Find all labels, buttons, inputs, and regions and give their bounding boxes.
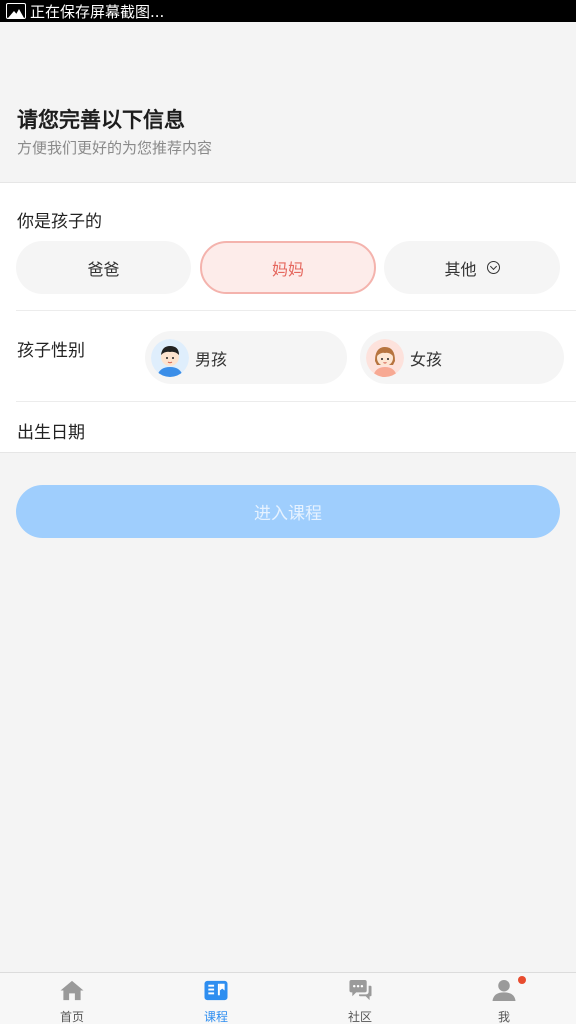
notification-badge	[518, 976, 526, 984]
relation-option-label: 妈妈	[271, 259, 304, 279]
divider	[16, 401, 576, 402]
girl-avatar-icon	[366, 338, 404, 377]
tab-label: 首页	[59, 1010, 84, 1024]
tab-label: 课程	[203, 1010, 228, 1024]
relation-option-other[interactable]: 其他	[384, 241, 560, 294]
book-icon	[204, 980, 228, 1001]
screenshot-icon	[6, 3, 26, 19]
gender-option-girl[interactable]: 女孩	[360, 331, 564, 384]
gender-option-label: 男孩	[195, 349, 228, 369]
gender-label: 孩子性别	[17, 341, 85, 361]
relation-option-label: 其他	[444, 259, 477, 279]
home-icon	[60, 980, 84, 1001]
page-title: 请您完善以下信息	[17, 108, 185, 132]
page-subtitle: 方便我们更好的为您推荐内容	[17, 139, 213, 157]
enter-course-label: 进入课程	[254, 504, 322, 524]
tab-course[interactable]: 课程	[144, 973, 288, 1024]
divider	[16, 310, 576, 311]
tab-label: 我	[497, 1010, 510, 1024]
relation-label: 你是孩子的	[17, 212, 102, 232]
chevron-down-icon	[486, 261, 500, 274]
status-text: 正在保存屏幕截图...	[30, 2, 165, 21]
bottom-tab-bar: 首页 课程 社区 我	[0, 972, 576, 1024]
tab-label: 社区	[347, 1010, 372, 1024]
birth-date-field[interactable]: 出生日期	[17, 418, 85, 443]
info-form: 你是孩子的 爸爸 妈妈 其他 孩子性别 男孩 女孩 出生日期	[0, 182, 576, 453]
header: 请您完善以下信息 方便我们更好的为您推荐内容	[0, 22, 576, 182]
status-bar: 正在保存屏幕截图...	[0, 0, 576, 22]
chat-icon	[349, 979, 372, 1001]
user-icon	[492, 979, 516, 1002]
boy-avatar-icon	[151, 338, 189, 377]
relation-option-dad[interactable]: 爸爸	[16, 241, 191, 294]
gender-option-boy[interactable]: 男孩	[145, 331, 347, 384]
gender-option-label: 女孩	[410, 349, 443, 369]
enter-course-button[interactable]: 进入课程	[16, 485, 560, 538]
relation-option-mom[interactable]: 妈妈	[200, 241, 376, 294]
tab-community[interactable]: 社区	[288, 973, 432, 1024]
tab-home[interactable]: 首页	[0, 973, 144, 1024]
tab-me[interactable]: 我	[432, 973, 576, 1024]
relation-option-label: 爸爸	[87, 259, 120, 279]
